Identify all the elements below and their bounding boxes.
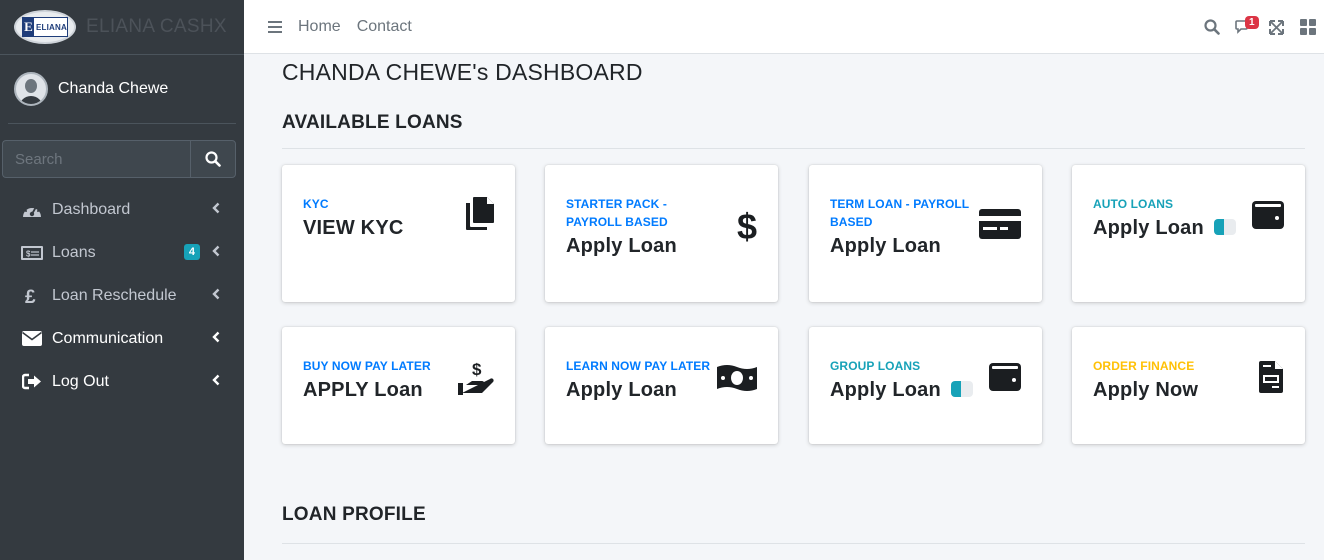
svg-text:$: $ <box>737 209 757 243</box>
card-label: ORDER FINANCE <box>1093 359 1195 373</box>
dollar-sign-icon: $ <box>737 209 757 243</box>
chevron-left-icon <box>212 374 220 386</box>
pound-sign-icon: £ <box>20 286 44 306</box>
navbar-right: 1 <box>1196 0 1324 54</box>
svg-text:$: $ <box>472 361 482 379</box>
card-kyc[interactable]: KYC VIEW KYC <box>282 165 515 302</box>
sign-out-icon <box>20 372 44 392</box>
card-label: KYC <box>303 197 329 211</box>
user-panel: Chanda Chewe <box>8 55 236 124</box>
sidebar-item-communication[interactable]: Communication <box>0 317 244 360</box>
avatar[interactable] <box>14 72 48 106</box>
svg-text:$: $ <box>26 249 31 258</box>
hand-holding-usd-icon: $ <box>458 361 494 395</box>
search-icon <box>1204 19 1220 35</box>
card-group-loans[interactable]: GROUP LOANS Apply Loan <box>809 327 1042 444</box>
money-bill-wave-icon <box>717 365 757 391</box>
file-invoice-icon <box>1259 361 1283 393</box>
sidebar-item-label: Dashboard <box>52 200 131 218</box>
available-loans-heading: AVAILABLE LOANS <box>282 112 463 133</box>
card-auto-loans[interactable]: AUTO LOANS Apply Loan <box>1072 165 1305 302</box>
search-icon <box>205 151 221 167</box>
sidebar-search <box>2 140 236 178</box>
card-label: STARTER PACK - PAYROLL BASED <box>566 197 668 229</box>
card-buy-now-pay-later[interactable]: BUY NOW PAY LATER APPLY Loan $ <box>282 327 515 444</box>
card-action[interactable]: Apply Loan <box>830 379 941 402</box>
sidebar-item-label: Communication <box>52 329 164 347</box>
card-label: LEARN NOW PAY LATER <box>566 359 711 373</box>
card-label: GROUP LOANS <box>830 359 921 373</box>
loan-cards: KYC VIEW KYC STARTER PACK - PAYROLL BASE… <box>282 149 1306 449</box>
divider <box>282 543 1305 544</box>
card-label: TERM LOAN - PAYROLL BASED <box>830 197 970 229</box>
search-input[interactable] <box>2 140 190 178</box>
main-content: CHANDA CHEWE's DASHBOARD AVAILABLE LOANS… <box>282 54 1306 544</box>
th-large-icon <box>1300 19 1316 35</box>
card-action[interactable]: Apply Now <box>1093 379 1198 402</box>
toggle-switch[interactable] <box>951 381 973 397</box>
chevron-left-icon <box>212 245 220 257</box>
card-action[interactable]: Apply Loan <box>566 379 677 402</box>
sidebar-item-label: Loan Reschedule <box>52 286 177 304</box>
brand-name: ELIANA CASHX <box>86 16 227 37</box>
sidebar-item-label: Loans <box>52 243 96 261</box>
wallet-icon <box>1252 201 1284 229</box>
copy-icon <box>466 197 494 230</box>
chevron-left-icon <box>212 288 220 300</box>
page-title: CHANDA CHEWE's DASHBOARD <box>282 59 643 85</box>
tachometer-icon <box>20 200 44 220</box>
card-order-finance[interactable]: ORDER FINANCE Apply Now <box>1072 327 1305 444</box>
notifications-button[interactable]: 1 <box>1228 0 1260 54</box>
card-starter-pack[interactable]: STARTER PACK - PAYROLL BASED Apply Loan … <box>545 165 778 302</box>
card-action[interactable]: VIEW KYC <box>303 217 404 240</box>
search-button[interactable] <box>190 140 236 178</box>
card-term-loan[interactable]: TERM LOAN - PAYROLL BASED Apply Loan <box>809 165 1042 302</box>
card-action[interactable]: Apply Loan <box>1093 217 1204 240</box>
card-action[interactable]: APPLY Loan <box>303 379 423 402</box>
toggle-switch[interactable] <box>1214 219 1236 235</box>
svg-text:£: £ <box>25 287 36 305</box>
wallet-icon <box>989 363 1021 391</box>
loans-count-badge: 4 <box>183 244 200 260</box>
brand-logo: E ELIANA <box>14 10 76 44</box>
sidebar-item-loans[interactable]: $ Loans 4 <box>0 231 244 274</box>
chevron-left-icon <box>212 331 220 343</box>
card-action[interactable]: Apply Loan <box>830 235 941 258</box>
navbar-search-button[interactable] <box>1196 0 1228 54</box>
credit-card-icon <box>979 209 1021 239</box>
nav-link-contact[interactable]: Contact <box>357 18 412 36</box>
card-label: AUTO LOANS <box>1093 197 1174 211</box>
user-name[interactable]: Chanda Chewe <box>58 80 168 98</box>
top-navbar: Home Contact 1 <box>244 0 1324 54</box>
card-action[interactable]: Apply Loan <box>566 235 677 258</box>
sidebar-item-label: Log Out <box>52 372 109 390</box>
money-bill-icon: $ <box>20 243 44 263</box>
brand-link[interactable]: E ELIANA ELIANA CASHX <box>0 0 244 55</box>
sidebar: E ELIANA ELIANA CASHX Chanda Chewe Dashb… <box>0 0 244 560</box>
card-label: BUY NOW PAY LATER <box>303 359 431 373</box>
notification-badge: 1 <box>1245 16 1259 29</box>
sidebar-item-log-out[interactable]: Log Out <box>0 360 244 403</box>
loan-profile-heading: LOAN PROFILE <box>282 504 426 525</box>
menu-toggle-icon[interactable] <box>268 18 282 36</box>
nav-link-home[interactable]: Home <box>298 18 341 36</box>
envelope-icon <box>20 329 44 349</box>
sidebar-item-loan-reschedule[interactable]: £ Loan Reschedule <box>0 274 244 317</box>
control-sidebar-button[interactable] <box>1292 0 1324 54</box>
expand-arrows-icon <box>1268 19 1284 35</box>
fullscreen-button[interactable] <box>1260 0 1292 54</box>
sidebar-nav: Dashboard $ Loans 4 £ Loan Reschedule Co… <box>0 188 244 403</box>
sidebar-item-dashboard[interactable]: Dashboard <box>0 188 244 231</box>
card-learn-now-pay-later[interactable]: LEARN NOW PAY LATER Apply Loan <box>545 327 778 444</box>
chevron-left-icon <box>212 202 220 214</box>
